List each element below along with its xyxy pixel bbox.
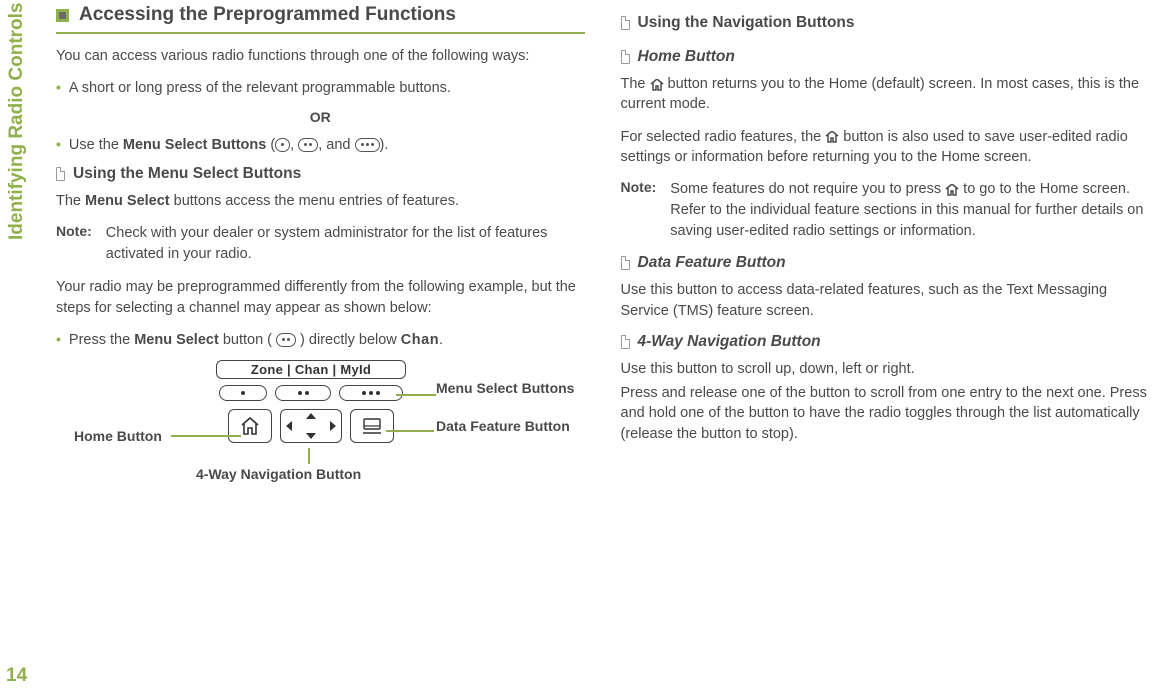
home-icon [825,128,839,146]
softkey-2dot-icon [298,138,318,152]
page-icon [621,16,630,30]
subheading-row: Using the Navigation Buttons [621,14,1150,32]
softkey-2 [275,385,331,401]
subheading-row: Using the Menu Select Buttons [56,165,585,183]
chan-label: Chan [401,332,439,348]
paragraph: The Menu Select buttons access the menu … [56,191,585,211]
page-icon [621,256,630,270]
text-fragment: button returns you to the Home (default)… [621,76,1140,112]
subheading-row: 4-Way Navigation Button [621,333,1150,351]
note-block: Note: Some features do not require you t… [621,179,1150,242]
softkey-3 [339,385,403,401]
nav-row [216,409,406,443]
page-icon [56,167,65,181]
bullet-dot-icon: • [56,330,61,350]
paragraph: Use this button to scroll up, down, left… [621,359,1150,379]
callout-line [396,394,436,396]
section-side-label-text: Identifying Radio Controls [6,3,27,241]
bullet-1-text: A short or long press of the relevant pr… [69,78,451,98]
text-fragment: The [621,76,650,92]
heading-row: Accessing the Preprogrammed Functions [56,4,585,26]
note-block: Note: Check with your dealer or system a… [56,223,585,265]
text-fragment: , and [318,137,354,153]
bullet-2-text: Use the Menu Select Buttons (, , and ). [69,135,388,155]
subheading-row: Data Feature Button [621,254,1150,272]
paragraph: Your radio may be preprogrammed differen… [56,277,585,318]
paragraph: Use this button to access data-related f… [621,280,1150,321]
bullet-item-3: • Press the Menu Select button ( ) direc… [56,330,585,350]
callout-line [386,430,434,432]
page-icon [621,50,630,64]
text-fragment: ( [266,137,275,153]
note-body: Check with your dealer or system adminis… [106,223,585,265]
bullet-dot-icon: • [56,78,61,98]
softkey-2dot-icon [276,333,296,347]
text-bold: Menu Select [134,332,219,348]
softkey-1 [219,385,267,401]
subheading-data-feature: Data Feature Button [638,254,786,272]
paragraph: For selected radio features, the button … [621,127,1150,168]
home-button-icon [228,409,272,443]
text-fragment: For selected radio features, the [621,129,826,145]
left-column: Accessing the Preprogrammed Functions Yo… [56,4,585,490]
bullet-item-2: • Use the Menu Select Buttons (, , and )… [56,135,585,155]
text-fragment: Use the [69,137,123,153]
text-fragment: buttons access the menu entries of featu… [170,193,459,209]
subheading-home-button: Home Button [638,48,735,66]
label-menu-select: Menu Select Buttons [436,380,546,397]
label-4way-nav: 4-Way Navigation Button [196,466,361,482]
home-icon [945,180,959,199]
text-fragment: Press the [69,332,134,348]
label-data-feature: Data Feature Button [436,418,546,435]
heading-1: Accessing the Preprogrammed Functions [79,4,456,26]
softkey-1dot-icon [275,138,290,152]
text-fragment: . [439,332,443,348]
text-fragment: button ( [219,332,276,348]
text-bold: Menu Select [85,193,170,209]
right-column: Using the Navigation Buttons Home Button… [621,6,1150,490]
heading-rule [56,32,585,34]
callout-line [308,448,310,464]
paragraph: The button returns you to the Home (defa… [621,74,1150,115]
keypad: Zone | Chan | MyId [216,360,406,443]
softkey-row [216,385,406,401]
home-icon [650,75,664,93]
intro-paragraph: You can access various radio functions t… [56,46,585,66]
or-separator: OR [56,109,585,125]
page-icon [621,335,630,349]
text-fragment: , [290,137,298,153]
note-label: Note: [621,179,657,242]
subheading-row: Home Button [621,48,1150,66]
text-fragment: ). [380,137,389,153]
text-fragment: ) directly below [296,332,401,348]
page-number: 14 [6,665,27,687]
subheading-4way-nav: 4-Way Navigation Button [638,333,821,351]
text-bold: Menu Select Buttons [123,137,266,153]
bullet-dot-icon: • [56,135,61,155]
subheading-nav-buttons: Using the Navigation Buttons [638,14,855,32]
data-button-icon [350,409,394,443]
heading-bullet-icon [56,9,69,22]
nav-pad [280,409,342,443]
bullet-item-1: • A short or long press of the relevant … [56,78,585,98]
text-fragment: The [56,193,85,209]
content-columns: Accessing the Preprogrammed Functions Yo… [56,4,1149,490]
lcd-display: Zone | Chan | MyId [216,360,406,379]
label-home-button: Home Button [74,428,162,444]
softkey-3dot-icon [355,138,380,152]
bullet-3-text: Press the Menu Select button ( ) directl… [69,330,443,350]
callout-line [171,435,241,437]
note-body: Some features do not require you to pres… [670,179,1149,242]
paragraph: Press and release one of the button to s… [621,383,1150,444]
note-label: Note: [56,223,92,265]
subheading-menu-select: Using the Menu Select Buttons [73,165,301,183]
keypad-diagram: Zone | Chan | MyId [56,360,556,490]
section-side-label: Identifying Radio Controls [6,3,28,241]
text-fragment: Some features do not require you to pres… [670,181,945,197]
